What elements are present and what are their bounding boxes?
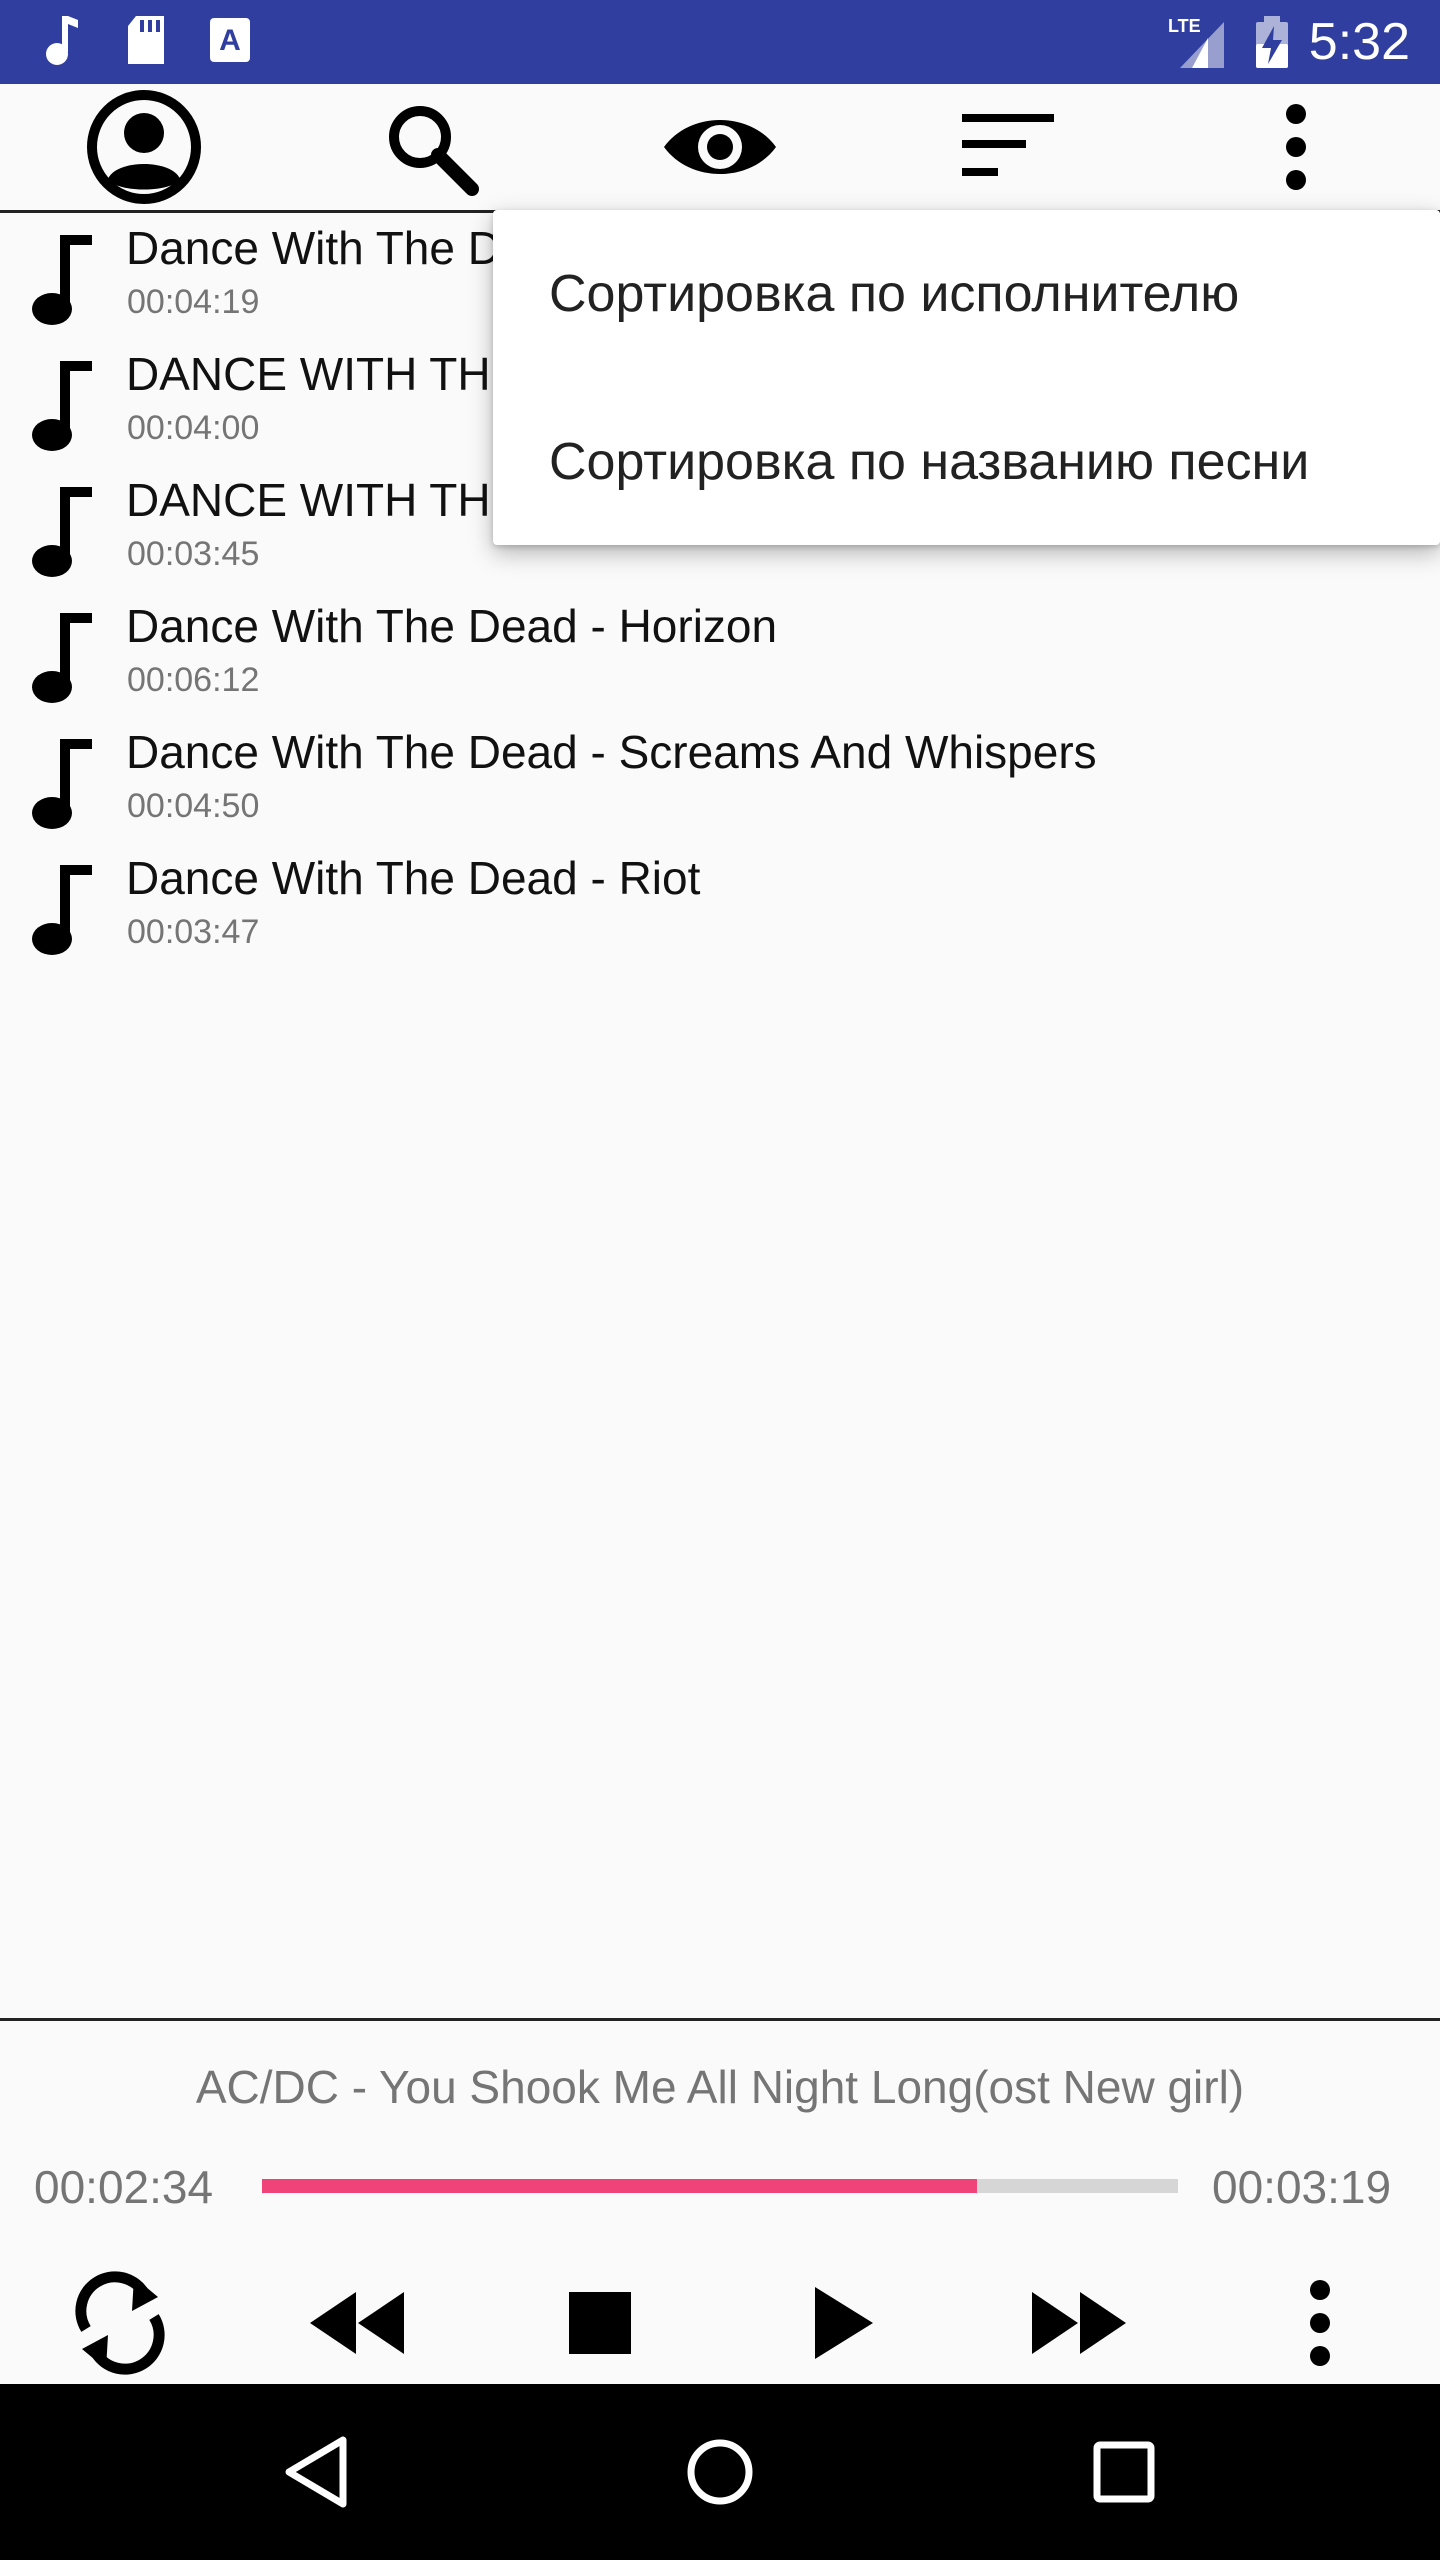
track-duration: 00:03:45 [127,535,260,573]
sd-card-icon [128,16,164,64]
track-row[interactable]: Dance With The Dead - Riot 00:03:47 [0,843,1440,969]
track-row[interactable]: Dance With The Dead - Horizon 00:06:12 [0,591,1440,717]
play-icon [815,2287,873,2359]
total-time: 00:03:19 [1212,2161,1392,2213]
lte-signal-icon: LTE [1168,16,1224,68]
music-note-icon [32,487,92,577]
track-title: DANCE WITH TH [126,348,491,400]
music-note-icon [46,16,78,65]
sort-by-artist-item[interactable]: Сортировка по исполнителю [549,264,1239,324]
elapsed-time: 00:02:34 [34,2161,214,2213]
now-playing-title: AC/DC - You Shook Me All Night Long(ost … [195,2061,1245,2113]
seek-bar[interactable] [262,2179,1178,2193]
play-button[interactable] [784,2268,904,2378]
track-duration: 00:06:12 [127,661,260,699]
visibility-button[interactable] [660,84,780,210]
eye-icon [664,120,776,174]
account-icon [87,90,201,204]
track-title: Dance With The D [126,222,501,274]
account-button[interactable] [84,84,204,210]
search-button[interactable] [370,84,490,210]
track-title: Dance With The Dead - Horizon [126,600,778,652]
more-vert-icon [1310,2280,1330,2366]
toolbar [0,84,1440,213]
recents-button[interactable] [1054,2384,1194,2560]
music-note-icon [32,235,92,325]
svg-text:A: A [219,24,241,57]
back-icon [285,2436,347,2508]
player-divider [0,2018,1440,2021]
repeat-icon [75,2271,165,2375]
navigation-bar [0,2384,1440,2560]
home-button[interactable] [650,2384,790,2560]
text-a-icon: A [210,18,250,62]
status-time: 5:32 [1308,13,1410,71]
sort-popup-menu: Сортировка по исполнителю Сортировка по … [493,210,1440,545]
svg-text:LTE: LTE [1168,16,1201,36]
sort-by-title-item[interactable]: Сортировка по названию песни [549,432,1309,492]
music-note-icon [32,865,92,955]
recents-icon [1093,2441,1155,2503]
battery-charging-icon [1256,16,1288,68]
stop-button[interactable] [540,2268,660,2378]
fast-forward-button[interactable] [1020,2268,1140,2378]
track-duration: 00:04:00 [127,409,260,447]
overflow-menu-button[interactable] [1236,84,1356,210]
seek-bar-progress [262,2179,978,2193]
search-icon [389,106,479,196]
player-more-button[interactable] [1260,2268,1380,2378]
track-title: Dance With The Dead - Screams And Whispe… [126,726,1097,778]
track-title: Dance With The Dead - Riot [126,852,701,904]
track-duration: 00:04:19 [127,283,260,321]
sort-icon [962,114,1054,176]
fast-forward-icon [1032,2292,1126,2354]
repeat-button[interactable] [60,2268,180,2378]
music-note-icon [32,739,92,829]
track-duration: 00:04:50 [127,787,260,825]
music-note-icon [32,613,92,703]
back-button[interactable] [246,2384,386,2560]
track-title: DANCE WITH TH [126,474,491,526]
track-duration: 00:03:47 [127,913,260,951]
music-note-icon [32,361,92,451]
stop-icon [569,2292,631,2354]
rewind-button[interactable] [298,2268,418,2378]
status-bar: A LTE 5:32 [0,0,1440,84]
sort-button[interactable] [948,84,1068,210]
rewind-icon [310,2292,404,2354]
track-row[interactable]: Dance With The Dead - Screams And Whispe… [0,717,1440,843]
more-vert-icon [1286,104,1306,190]
home-icon [687,2439,753,2505]
